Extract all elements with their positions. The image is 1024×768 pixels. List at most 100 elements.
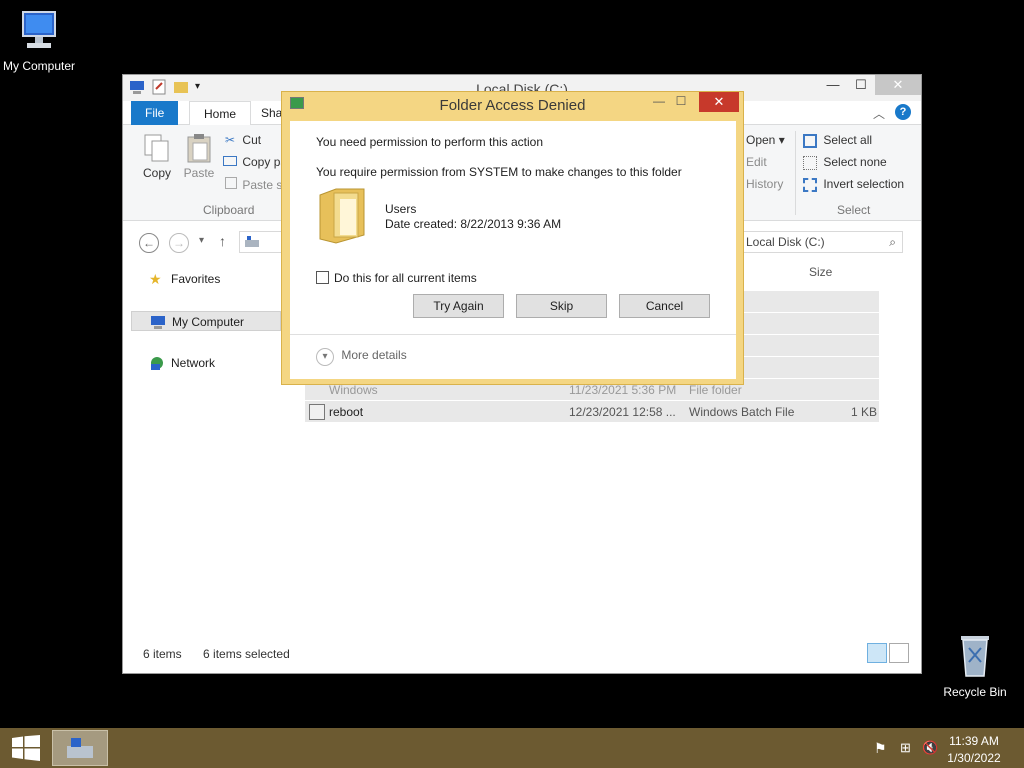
- status-item-count: 6 items: [143, 647, 182, 661]
- action-center-flag-icon[interactable]: ⚑: [874, 740, 887, 757]
- search-placeholder: Local Disk (C:): [746, 235, 825, 249]
- cut-button[interactable]: ✂ Cut: [225, 133, 261, 147]
- minimize-button[interactable]: —: [819, 75, 847, 95]
- back-button[interactable]: ←: [139, 233, 159, 253]
- folder-date: Date created: 8/22/2013 9:36 AM: [385, 217, 562, 231]
- apply-all-checkbox[interactable]: [316, 271, 329, 284]
- chevron-down-icon: ▾: [316, 348, 334, 366]
- file-type: Windows Batch File: [689, 405, 795, 419]
- invert-selection-button[interactable]: Invert selection: [803, 177, 904, 192]
- search-input[interactable]: Local Disk (C:) ⌕: [737, 231, 903, 253]
- clock[interactable]: 11:39 AM 1/30/2022: [944, 734, 1004, 765]
- try-again-button[interactable]: Try Again: [413, 294, 504, 318]
- status-selected-count: 6 items selected: [203, 647, 290, 661]
- dialog-minimize-button[interactable]: —: [649, 94, 669, 108]
- windows-logo-icon: [12, 735, 40, 761]
- up-button[interactable]: ↑: [219, 233, 226, 249]
- select-all-label: Select all: [823, 133, 873, 147]
- copy-button[interactable]: Copy: [141, 133, 173, 180]
- desktop-icon-label: My Computer: [2, 59, 76, 73]
- taskbar: ⚑ ⊞ 🔇 11:39 AM 1/30/2022: [0, 728, 1024, 768]
- computer-icon: [22, 11, 56, 48]
- desktop-icon-label: Recycle Bin: [943, 685, 1007, 699]
- computer-small-icon: [151, 316, 165, 329]
- drive-icon: [245, 236, 259, 247]
- paste-button[interactable]: Paste: [183, 133, 215, 180]
- paste-shortcut-button[interactable]: Paste sh: [225, 177, 289, 192]
- skip-button[interactable]: Skip: [516, 294, 607, 318]
- dialog-close-button[interactable]: ✕: [699, 92, 739, 112]
- status-bar: 6 items 6 items selected: [143, 647, 290, 661]
- select-none-button[interactable]: Select none: [803, 155, 887, 170]
- select-none-icon: [803, 155, 817, 170]
- file-date: 12/23/2021 12:58 ...: [569, 405, 676, 419]
- apply-all-label[interactable]: Do this for all current items: [334, 271, 477, 285]
- folder-icon: [319, 188, 365, 244]
- collapse-ribbon-icon[interactable]: ︿: [873, 105, 885, 122]
- open-button[interactable]: Open ▾: [746, 133, 785, 147]
- file-name: reboot: [329, 405, 364, 419]
- close-button[interactable]: ✕: [875, 75, 921, 95]
- clipboard-group-label: Clipboard: [203, 203, 255, 217]
- network-icon: [151, 357, 163, 370]
- scissors-icon: ✂: [225, 133, 236, 147]
- help-icon[interactable]: ?: [895, 104, 911, 120]
- folder-access-denied-dialog: Folder Access Denied — ☐ ✕ You need perm…: [281, 91, 744, 385]
- tab-file[interactable]: File: [131, 101, 179, 125]
- select-none-label: Select none: [823, 155, 887, 169]
- nav-item-network[interactable]: Network: [131, 353, 281, 373]
- folder-name: Users: [385, 202, 417, 216]
- recycle-bin-icon: [961, 636, 989, 677]
- nav-item-favorites[interactable]: ★ Favorites: [131, 269, 281, 289]
- clock-time: 11:39 AM: [949, 734, 999, 748]
- maximize-button[interactable]: ☐: [847, 75, 875, 95]
- clock-date: 1/30/2022: [947, 751, 1001, 765]
- column-header-size[interactable]: Size: [809, 265, 832, 279]
- taskbar-explorer-button[interactable]: [52, 730, 108, 766]
- forward-button[interactable]: →: [169, 233, 189, 253]
- invert-selection-icon: [803, 177, 817, 192]
- paste-label: Paste: [183, 166, 215, 180]
- more-details-button[interactable]: ▾ More details: [316, 348, 407, 366]
- ribbon-divider: [795, 131, 796, 215]
- paste-icon: [187, 134, 211, 163]
- details-view-button[interactable]: [867, 643, 887, 663]
- history-button[interactable]: History: [746, 177, 783, 191]
- copy-label: Copy: [142, 166, 171, 180]
- edit-button[interactable]: Edit: [746, 155, 767, 169]
- table-row[interactable]: reboot 12/23/2021 12:58 ... Windows Batc…: [305, 401, 879, 423]
- nav-item-my-computer[interactable]: My Computer: [131, 311, 281, 331]
- dialog-separator: [290, 334, 736, 335]
- volume-muted-icon[interactable]: 🔇: [922, 740, 938, 756]
- desktop-icon-recycle-bin[interactable]: Recycle Bin: [930, 630, 1020, 699]
- nav-item-label: My Computer: [172, 315, 245, 329]
- select-group-label: Select: [837, 203, 871, 217]
- dialog-maximize-button[interactable]: ☐: [671, 94, 691, 108]
- large-icons-view-button[interactable]: [889, 643, 909, 663]
- nav-item-label: Network: [171, 356, 216, 370]
- start-button[interactable]: [6, 734, 46, 762]
- file-explorer-icon: [67, 738, 93, 758]
- search-icon: ⌕: [889, 235, 896, 249]
- copy-path-icon: [223, 156, 237, 166]
- desktop-icon-my-computer[interactable]: My Computer: [0, 10, 84, 73]
- select-all-button[interactable]: Select all: [803, 133, 872, 148]
- more-details-label: More details: [341, 348, 407, 362]
- tab-home[interactable]: Home: [189, 101, 252, 125]
- cancel-button[interactable]: Cancel: [619, 294, 710, 318]
- star-icon: ★: [149, 271, 162, 287]
- select-all-icon: [803, 133, 817, 148]
- network-tray-icon[interactable]: ⊞: [900, 740, 911, 756]
- dialog-body: You need permission to perform this acti…: [290, 121, 736, 379]
- nav-item-label: Favorites: [171, 272, 221, 286]
- batch-file-icon: [309, 404, 325, 420]
- invert-selection-label: Invert selection: [823, 177, 905, 191]
- recent-locations-icon[interactable]: ▾: [199, 235, 204, 246]
- cut-label: Cut: [242, 133, 262, 147]
- dialog-message: You require permission from SYSTEM to ma…: [316, 165, 682, 179]
- paste-shortcut-icon: [225, 177, 237, 189]
- file-size: 1 KB: [851, 405, 878, 419]
- dialog-heading: You need permission to perform this acti…: [316, 135, 544, 149]
- copy-icon: [144, 134, 169, 162]
- copy-path-button[interactable]: Copy pa: [223, 155, 287, 169]
